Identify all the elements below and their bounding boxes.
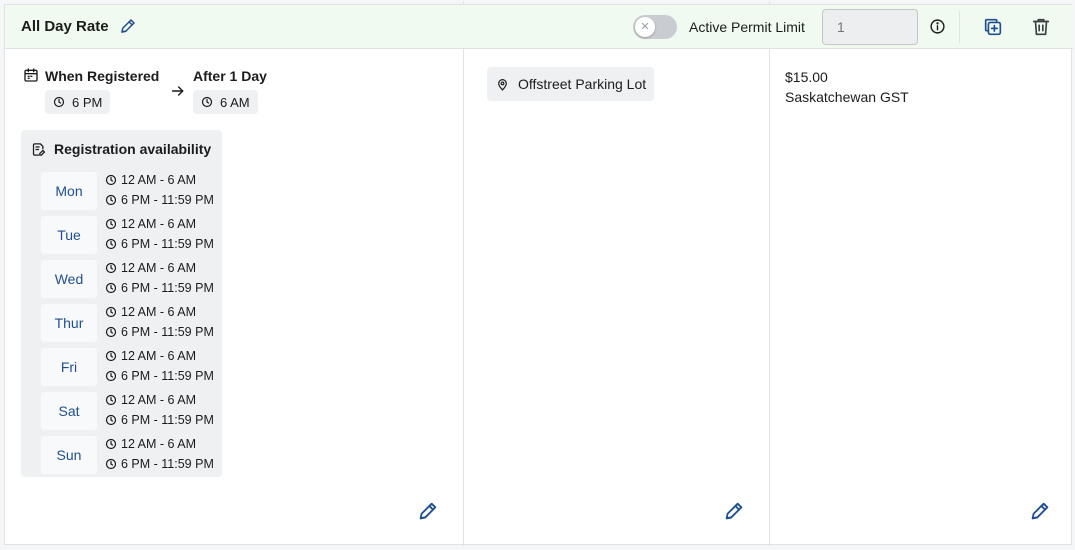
time-slot: 6 PM - 11:59 PM [105, 369, 214, 383]
time-slot: 12 AM - 6 AM [105, 437, 196, 451]
time-slot-text: 6 PM - 11:59 PM [121, 281, 214, 295]
availability-day-row: Wed 12 AM - 6 AM 6 PM - 11:59 PM [41, 260, 221, 300]
clock-icon [105, 414, 117, 426]
clock-icon [105, 218, 117, 230]
rate-header: All Day Rate ✕ Active Permit Limit [5, 5, 1073, 49]
day-chip: Wed [41, 260, 97, 298]
location-pin-icon [498, 78, 507, 91]
time-slot-text: 6 PM - 11:59 PM [121, 413, 214, 427]
time-slot-text: 6 PM - 11:59 PM [121, 457, 214, 471]
time-slot: 12 AM - 6 AM [105, 173, 196, 187]
clock-icon [105, 458, 117, 470]
time-slot: 6 PM - 11:59 PM [105, 325, 214, 339]
rate-title: All Day Rate [21, 18, 109, 35]
active-permit-limit-label: Active Permit Limit [689, 19, 805, 35]
day-chip: Sun [41, 436, 97, 474]
edit-title-pencil-icon[interactable] [119, 17, 137, 35]
time-slot: 6 PM - 11:59 PM [105, 457, 214, 471]
availability-day-row: Fri 12 AM - 6 AM 6 PM - 11:59 PM [41, 348, 221, 388]
edit-location-pencil-icon[interactable] [723, 500, 745, 522]
availability-day-row: Tue 12 AM - 6 AM 6 PM - 11:59 PM [41, 216, 221, 256]
schedule-end-time-chip: 6 AM [193, 90, 258, 114]
clock-icon [105, 282, 117, 294]
location-name: Offstreet Parking Lot [518, 76, 647, 92]
availability-day-row: Sat 12 AM - 6 AM 6 PM - 11:59 PM [41, 392, 221, 432]
time-slot: 12 AM - 6 AM [105, 349, 196, 363]
time-slot-text: 12 AM - 6 AM [121, 305, 197, 319]
availability-day-row: Mon 12 AM - 6 AM 6 PM - 11:59 PM [41, 172, 221, 212]
clock-icon [105, 350, 117, 362]
time-slot-text: 12 AM - 6 AM [121, 173, 197, 187]
schedule-end-label: After 1 Day [193, 68, 267, 84]
clock-icon [105, 438, 117, 450]
clock-icon [105, 306, 117, 318]
active-permit-limit-input[interactable] [822, 9, 918, 45]
time-slot-text: 6 PM - 11:59 PM [121, 325, 214, 339]
tax-name: Saskatchewan GST [785, 89, 909, 105]
clock-icon [105, 394, 117, 406]
clock-icon [105, 262, 117, 274]
rate-card: All Day Rate ✕ Active Permit Limit When … [4, 1, 1073, 546]
clock-icon [105, 194, 117, 206]
time-slot: 6 PM - 11:59 PM [105, 413, 214, 427]
time-slot-text: 12 AM - 6 AM [121, 261, 197, 275]
availability-day-row: Thur 12 AM - 6 AM 6 PM - 11:59 PM [41, 304, 221, 344]
schedule-start-time-chip: 6 PM [45, 90, 111, 114]
availability-title: Registration availability [54, 141, 212, 157]
time-slot: 6 PM - 11:59 PM [105, 193, 214, 207]
time-slot-text: 12 AM - 6 AM [121, 217, 197, 231]
availability-header: Registration availability [31, 141, 211, 157]
day-chip: Fri [41, 348, 97, 386]
registration-availability-panel: Registration availability Mon 12 AM - 6 A… [21, 130, 222, 477]
clock-icon [105, 370, 117, 382]
edit-pricing-pencil-icon[interactable] [1029, 500, 1051, 522]
time-slot-text: 6 PM - 11:59 PM [121, 237, 214, 251]
time-slot-text: 12 AM - 6 AM [121, 437, 197, 451]
schedule-start-time: 6 PM [72, 94, 103, 110]
time-slot: 12 AM - 6 AM [105, 217, 196, 231]
schedule-start-label: When Registered [45, 68, 160, 84]
day-chip: Sat [41, 392, 97, 430]
time-slot: 12 AM - 6 AM [105, 393, 196, 407]
edit-document-icon [32, 142, 46, 156]
info-icon[interactable] [929, 18, 946, 35]
availability-day-row: Sun 12 AM - 6 AM 6 PM - 11:59 PM [41, 436, 221, 476]
time-slot-text: 6 PM - 11:59 PM [121, 369, 214, 383]
day-chip: Thur [41, 304, 97, 342]
day-chip: Tue [41, 216, 97, 254]
edit-schedule-pencil-icon[interactable] [417, 500, 439, 522]
location-chip: Offstreet Parking Lot [487, 67, 655, 101]
price-value: $15.00 [785, 69, 828, 85]
time-slot-text: 12 AM - 6 AM [121, 349, 197, 363]
time-slot-text: 12 AM - 6 AM [121, 393, 197, 407]
clock-icon [105, 238, 117, 250]
clock-icon [105, 174, 117, 186]
calendar-icon [24, 68, 38, 82]
day-chip: Mon [41, 172, 97, 210]
column-divider [463, 49, 464, 546]
header-divider [959, 11, 960, 43]
schedule-end-time: 6 AM [220, 94, 250, 110]
time-slot: 6 PM - 11:59 PM [105, 281, 214, 295]
clock-icon [201, 96, 213, 108]
arrow-right-icon [171, 86, 184, 96]
time-slot-text: 6 PM - 11:59 PM [121, 193, 214, 207]
column-divider [769, 49, 770, 546]
time-slot: 12 AM - 6 AM [105, 305, 196, 319]
duplicate-icon[interactable] [982, 16, 1004, 38]
toggle-off-icon: ✕ [635, 17, 655, 37]
time-slot: 12 AM - 6 AM [105, 261, 196, 275]
clock-icon [105, 326, 117, 338]
time-slot: 6 PM - 11:59 PM [105, 237, 214, 251]
active-permit-limit-toggle[interactable]: ✕ [633, 15, 677, 39]
trash-icon[interactable] [1030, 16, 1052, 38]
clock-icon [53, 96, 65, 108]
